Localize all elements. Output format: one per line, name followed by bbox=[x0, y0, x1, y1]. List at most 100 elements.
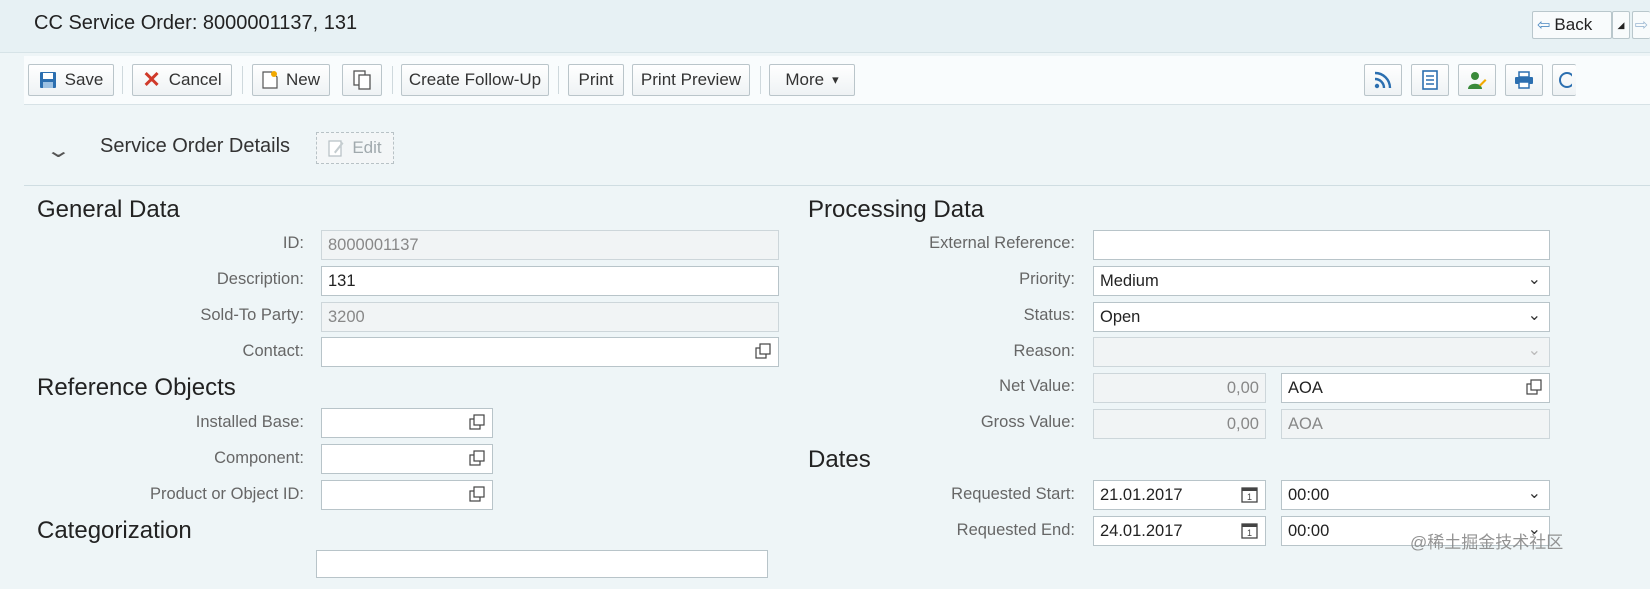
requested-end-date-field[interactable]: 24.01.2017 1 bbox=[1093, 516, 1266, 546]
print-button[interactable]: Print bbox=[568, 64, 624, 96]
back-button[interactable]: ⇦ Back bbox=[1532, 11, 1612, 39]
chevron-down-icon[interactable]: ⌄ bbox=[1528, 269, 1541, 289]
installed-base-field[interactable] bbox=[321, 408, 493, 438]
id-label: ID: bbox=[282, 234, 304, 252]
processing-data-title: Processing Data bbox=[808, 196, 985, 223]
back-history-dropdown[interactable]: ◢ bbox=[1612, 11, 1630, 39]
priority-label: Priority: bbox=[1019, 270, 1075, 288]
requested-end-label: Requested End: bbox=[956, 521, 1075, 539]
create-follow-up-button[interactable]: Create Follow-Up bbox=[401, 64, 549, 96]
chevron-down-icon[interactable]: ⌄ bbox=[1528, 483, 1541, 503]
reason-label: Reason: bbox=[1013, 342, 1075, 360]
categorization-title: Categorization bbox=[37, 517, 192, 544]
personalize-button[interactable] bbox=[1458, 64, 1496, 96]
cancel-button[interactable]: ✕ Cancel bbox=[132, 64, 232, 96]
dates-title: Dates bbox=[808, 446, 871, 473]
caret-down-icon: ◢ bbox=[1617, 19, 1625, 30]
reference-objects-title: Reference Objects bbox=[37, 374, 236, 401]
value-help-icon[interactable] bbox=[755, 343, 771, 364]
title-bar: CC Service Order: 8000001137, 131 ⇦ Back… bbox=[0, 0, 1650, 53]
sold-to-party-field: 3200 bbox=[321, 302, 779, 332]
user-edit-icon bbox=[1467, 70, 1487, 90]
new-label: New bbox=[285, 70, 320, 89]
section-title: Service Order Details bbox=[100, 135, 291, 157]
general-data-title: General Data bbox=[37, 196, 180, 223]
new-document-icon bbox=[262, 71, 278, 89]
toolbar: Save ✕ Cancel New Create Follow-Up Print… bbox=[24, 56, 1650, 105]
save-label: Save bbox=[64, 70, 104, 89]
menu-down-icon: ▾ bbox=[832, 72, 839, 87]
requested-start-time: 00:00 bbox=[1288, 485, 1330, 504]
status-select[interactable]: Open ⌄ bbox=[1093, 302, 1550, 332]
sold-to-party-label: Sold-To Party: bbox=[200, 306, 304, 324]
reason-select: ⌄ bbox=[1093, 337, 1550, 367]
requested-start-label: Requested Start: bbox=[951, 485, 1075, 503]
requested-start-date-field[interactable]: 21.01.2017 1 bbox=[1093, 480, 1266, 510]
priority-select[interactable]: Medium ⌄ bbox=[1093, 266, 1550, 296]
forward-button[interactable]: ⇨ bbox=[1632, 11, 1650, 39]
component-label: Component: bbox=[214, 449, 304, 467]
cancel-label: Cancel bbox=[168, 70, 222, 89]
net-value-currency: AOA bbox=[1288, 378, 1323, 397]
copy-button[interactable] bbox=[342, 64, 382, 96]
back-label: Back bbox=[1554, 15, 1593, 34]
value-help-icon[interactable] bbox=[469, 486, 485, 507]
gross-value-currency-field: AOA bbox=[1281, 409, 1550, 439]
notes-button[interactable] bbox=[1411, 64, 1449, 96]
arrow-right-icon: ⇨ bbox=[1634, 17, 1649, 34]
chevron-down-icon[interactable]: ⌄ bbox=[45, 138, 72, 163]
external-reference-label: External Reference: bbox=[929, 234, 1075, 252]
id-field: 8000001137 bbox=[321, 230, 779, 260]
more-label: More bbox=[785, 70, 825, 89]
status-label: Status: bbox=[1023, 306, 1075, 324]
arrow-left-icon: ⇦ bbox=[1537, 17, 1551, 34]
print-preview-button[interactable]: Print Preview bbox=[632, 64, 750, 96]
product-or-object-id-label: Product or Object ID: bbox=[149, 485, 304, 503]
calendar-icon[interactable]: 1 bbox=[1241, 486, 1258, 508]
component-field[interactable] bbox=[321, 444, 493, 474]
rss-button[interactable] bbox=[1364, 64, 1402, 96]
category-field[interactable] bbox=[316, 550, 768, 578]
svg-text:1: 1 bbox=[1247, 492, 1252, 502]
description-field[interactable]: 131 bbox=[321, 266, 779, 296]
requested-end-time: 00:00 bbox=[1288, 521, 1330, 540]
toolbar-separator bbox=[558, 66, 559, 94]
contact-field[interactable] bbox=[321, 337, 779, 367]
watermark: @稀土掘金技术社区 bbox=[1410, 533, 1564, 552]
status-value: Open bbox=[1100, 307, 1141, 326]
rss-icon bbox=[1374, 71, 1392, 89]
help-icon bbox=[1558, 71, 1572, 89]
requested-start-date: 21.01.2017 bbox=[1100, 485, 1183, 504]
installed-base-label: Installed Base: bbox=[195, 413, 304, 431]
svg-text:1: 1 bbox=[1247, 528, 1252, 538]
page-title: CC Service Order: 8000001137, 131 bbox=[34, 12, 358, 34]
gross-value-field: 0,00 bbox=[1093, 409, 1266, 439]
calendar-icon[interactable]: 1 bbox=[1241, 522, 1258, 544]
product-or-object-id-field[interactable] bbox=[321, 480, 493, 510]
close-icon: ✕ bbox=[142, 67, 161, 92]
more-button[interactable]: More ▾ bbox=[769, 64, 855, 96]
toolbar-separator bbox=[392, 66, 393, 94]
edit-button[interactable]: Edit bbox=[316, 132, 394, 164]
help-button[interactable] bbox=[1552, 64, 1576, 96]
external-reference-field[interactable] bbox=[1093, 230, 1550, 260]
requested-start-time-select[interactable]: 00:00 ⌄ bbox=[1281, 480, 1550, 510]
requested-end-date: 24.01.2017 bbox=[1100, 521, 1183, 540]
contact-label: Contact: bbox=[242, 342, 304, 360]
value-help-icon[interactable] bbox=[469, 450, 485, 471]
edit-icon bbox=[328, 139, 344, 157]
edit-label: Edit bbox=[352, 138, 382, 157]
new-button[interactable]: New bbox=[252, 64, 330, 96]
save-button[interactable]: Save bbox=[28, 64, 114, 96]
value-help-icon[interactable] bbox=[1526, 379, 1542, 400]
toolbar-separator bbox=[242, 66, 243, 94]
print-icon-button[interactable] bbox=[1505, 64, 1543, 96]
section-header: ⌄ Service Order Details Edit bbox=[24, 118, 1650, 186]
chevron-down-icon: ⌄ bbox=[1527, 342, 1541, 359]
value-help-icon[interactable] bbox=[469, 414, 485, 435]
chevron-down-icon[interactable]: ⌄ bbox=[1528, 305, 1541, 325]
document-list-icon bbox=[1422, 70, 1438, 90]
net-value-currency-field[interactable]: AOA bbox=[1281, 373, 1550, 403]
description-label: Description: bbox=[216, 270, 304, 288]
net-value-field: 0,00 bbox=[1093, 373, 1266, 403]
